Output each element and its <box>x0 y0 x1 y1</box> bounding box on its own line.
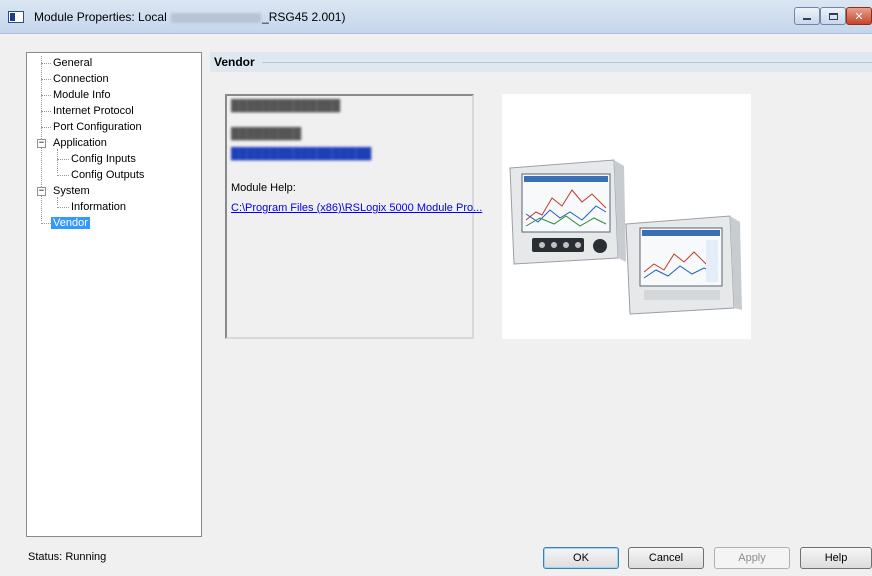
tree-item-vendor[interactable]: Vendor <box>51 216 90 230</box>
tree-item-label: System <box>53 185 90 197</box>
tree-item-application[interactable]: Application <box>51 136 109 150</box>
window-title-suffix: _RSG45 2.001) <box>262 10 346 24</box>
tree-item-connection[interactable]: Connection <box>51 72 111 86</box>
tree-item-label: Vendor <box>51 217 90 229</box>
minimize-button[interactable] <box>794 7 820 25</box>
tree-connector <box>57 159 69 160</box>
tree-item-label: Information <box>71 201 127 213</box>
data-manager-devices-illustration <box>509 159 742 315</box>
ok-button[interactable]: OK <box>543 547 619 569</box>
tree-connector <box>57 149 58 173</box>
tree-item-system[interactable]: System <box>51 184 92 198</box>
tree-item-label: Application <box>53 137 107 149</box>
tree-item-label: General <box>53 57 93 69</box>
apply-button[interactable]: Apply <box>714 547 790 569</box>
cancel-button[interactable]: Cancel <box>628 547 704 569</box>
section-divider <box>262 62 872 63</box>
title-bar: Module Properties: Local _RSG45 2.001) ✕ <box>0 0 872 34</box>
tree-connector <box>41 79 51 80</box>
tree-connector <box>41 63 51 64</box>
module-help-link[interactable]: C:\Program Files (x86)\RSLogix 5000 Modu… <box>231 202 482 214</box>
tree-connector <box>41 223 51 224</box>
status-bar: Status: Running <box>28 551 106 563</box>
tree-item-label: Config Outputs <box>71 169 145 181</box>
tree-item-config-outputs[interactable]: Config Outputs <box>69 168 146 182</box>
tree-item-module-info[interactable]: Module Info <box>51 88 112 102</box>
module-help-label: Module Help: <box>231 182 296 194</box>
section-title: Vendor <box>214 55 255 69</box>
app-icon <box>8 11 24 23</box>
vendor-info-panel: ██████████████ █████████ ███████████████… <box>225 94 482 339</box>
tree-connector <box>57 207 69 208</box>
tree-item-information[interactable]: Information <box>69 200 128 214</box>
tree-item-general[interactable]: General <box>51 56 94 70</box>
maximize-icon <box>828 12 838 20</box>
redacted-web-address-label: █████████ <box>231 128 302 140</box>
tree-item-internet-protocol[interactable]: Internet Protocol <box>51 104 136 118</box>
tree-item-label: Config Inputs <box>71 153 136 165</box>
tree-connector <box>57 197 58 205</box>
tree-item-label: Port Configuration <box>53 121 142 133</box>
tree-item-label: Module Info <box>53 89 111 101</box>
tree-item-port-configuration[interactable]: Port Configuration <box>51 120 144 134</box>
status-label: Status: <box>28 551 63 563</box>
close-icon: ✕ <box>854 9 864 23</box>
collapse-application-icon[interactable]: − <box>37 139 46 148</box>
redacted-web-address-link[interactable]: ██████████████████ <box>231 148 371 160</box>
product-image <box>502 94 751 339</box>
tree-connector <box>41 111 51 112</box>
maximize-button[interactable] <box>820 7 846 25</box>
close-button[interactable]: ✕ <box>846 7 872 25</box>
tree-connector <box>41 95 51 96</box>
tree-item-config-inputs[interactable]: Config Inputs <box>69 152 138 166</box>
tree-connector <box>57 175 69 176</box>
help-button[interactable]: Help <box>800 547 872 569</box>
minimize-icon <box>803 18 811 20</box>
window-title: Module Properties: Local _RSG45 2.001) <box>34 10 345 24</box>
category-tree[interactable]: General Connection Module Info Internet … <box>26 52 202 537</box>
redacted-module-name <box>171 12 262 23</box>
tree-connector <box>41 127 51 128</box>
window-title-prefix: Module Properties: Local <box>34 10 171 24</box>
redacted-vendor-name: ██████████████ <box>231 100 341 112</box>
tree-item-label: Connection <box>53 73 109 85</box>
status-value: Running <box>65 551 107 563</box>
collapse-system-icon[interactable]: − <box>37 187 46 196</box>
tree-item-label: Internet Protocol <box>53 105 134 117</box>
